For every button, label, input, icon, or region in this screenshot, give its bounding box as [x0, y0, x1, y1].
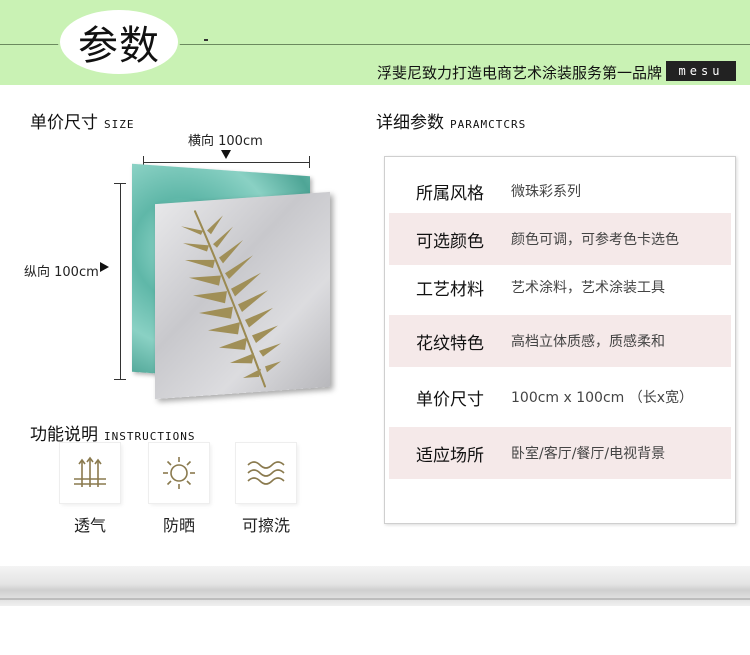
page-title: 参数 — [78, 23, 160, 69]
sunproof-tile — [149, 443, 209, 503]
sun-icon — [163, 457, 195, 489]
function-title-en: INSTRUCTIONS — [104, 430, 196, 443]
arrow-right-icon — [100, 262, 109, 272]
table-row: 可选颜色 颜色可调，可参考色卡选色 — [389, 213, 731, 265]
param-value: 艺术涂料，艺术涂装工具 — [511, 280, 665, 296]
size-title-en: SIZE — [104, 118, 135, 131]
vertical-dimension-line — [120, 183, 121, 379]
function-heading: 功能说明 INSTRUCTIONS — [30, 420, 195, 445]
breathable-tile — [60, 443, 120, 503]
param-key: 单价尺寸 — [416, 389, 484, 410]
param-value: 颜色可调，可参考色卡选色 — [511, 232, 679, 248]
param-key: 所属风格 — [416, 183, 484, 204]
brand-logo: mesu — [666, 61, 736, 81]
table-row: 所属风格 微珠彩系列 — [389, 165, 731, 217]
bottom-divider-band — [0, 566, 750, 606]
table-row: 工艺材料 艺术涂料，艺术涂装工具 — [389, 261, 731, 313]
params-title: 详细参数 — [376, 113, 444, 133]
dimension-tick — [309, 156, 310, 168]
arrow-down-icon — [221, 150, 231, 159]
param-value: 高档立体质感，质感柔和 — [511, 334, 665, 350]
param-value: 卧室/客厅/餐厅/电视背景 — [511, 446, 666, 462]
table-row: 花纹特色 高档立体质感，质感柔和 — [389, 315, 731, 367]
param-value: 微珠彩系列 — [511, 184, 581, 200]
fern-pattern-icon — [181, 210, 281, 388]
washable-tile — [236, 443, 296, 503]
horizontal-dimension-line — [143, 162, 309, 163]
washable-icon — [247, 461, 285, 485]
decor-dot — [204, 39, 208, 41]
params-title-en: PARAMCTCRS — [450, 118, 527, 131]
function-label-washable: 可擦洗 — [241, 516, 290, 535]
horizontal-dimension-label: 横向 100cm — [188, 134, 263, 149]
function-label-breathable: 透气 — [73, 516, 106, 535]
brand-slogan: 浮斐尼致力打造电商艺术涂装服务第一品牌 — [376, 64, 662, 82]
params-table: 所属风格 微珠彩系列 可选颜色 颜色可调，可参考色卡选色 工艺材料 艺术涂料，艺… — [384, 156, 736, 524]
bottom-divider-line — [0, 598, 750, 600]
table-row: 单价尺寸 100cm x 100cm （长x宽） — [389, 371, 731, 423]
param-key: 工艺材料 — [416, 279, 484, 300]
function-title: 功能说明 — [30, 425, 98, 445]
dimension-tick — [114, 379, 126, 380]
table-row: 适应场所 卧室/客厅/餐厅/电视背景 — [389, 427, 731, 479]
params-heading: 详细参数 PARAMCTCRS — [376, 108, 526, 133]
dimension-tick — [114, 183, 126, 184]
size-title: 单价尺寸 — [30, 113, 98, 133]
param-key: 花纹特色 — [416, 333, 484, 354]
vertical-dimension-label: 纵向 100cm — [24, 265, 99, 280]
function-label-sunproof: 防晒 — [162, 516, 195, 535]
title-badge: 参数 — [60, 10, 178, 74]
param-value: 100cm x 100cm （长x宽） — [511, 390, 694, 406]
breathable-icon — [74, 456, 106, 487]
texture-sample-fern — [155, 191, 330, 400]
param-key: 适应场所 — [416, 445, 484, 466]
size-heading: 单价尺寸 SIZE — [30, 108, 135, 133]
param-key: 可选颜色 — [416, 231, 484, 252]
